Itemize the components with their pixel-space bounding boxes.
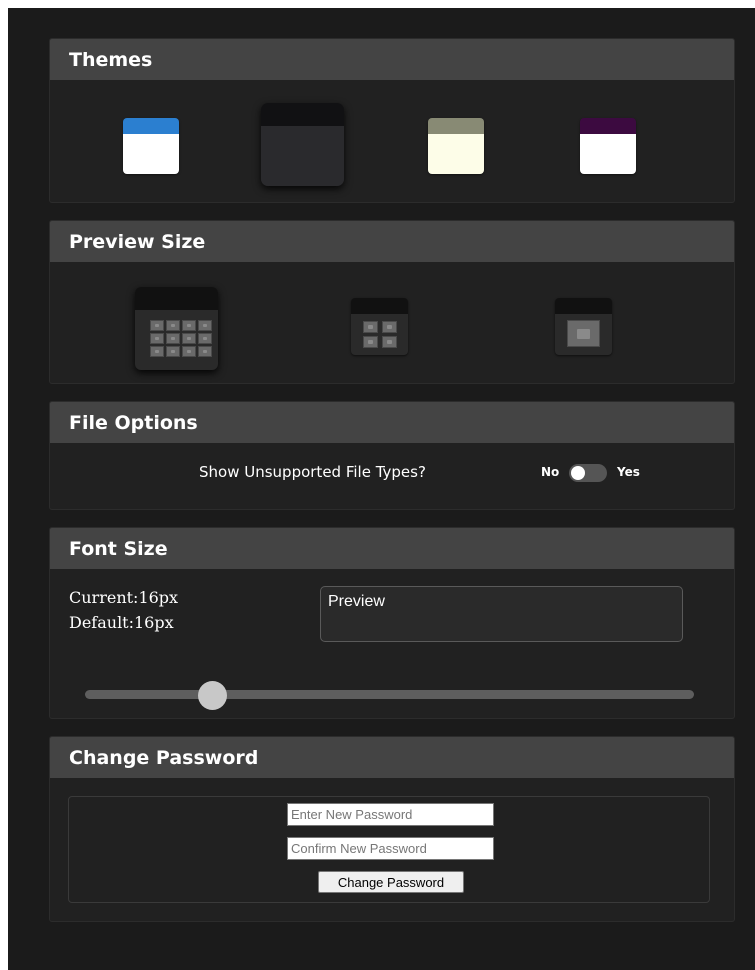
preview-size-option-top [351,298,408,314]
change-password-button[interactable]: Change Password [318,871,464,893]
theme-purple-swatch[interactable] [580,118,636,174]
toggle-yes-label: Yes [617,465,640,479]
new-password-input[interactable] [287,803,494,826]
preview-size-small-option[interactable] [135,287,218,370]
preview-size-panel: Preview Size [49,220,735,384]
themes-panel: Themes [49,38,735,203]
font-size-panel: Font Size Current:16px Default:16px Prev… [49,527,735,719]
current-font-size-label: Current:16px [69,588,179,607]
unsupported-file-types-label: Show Unsupported File Types? [199,463,426,481]
theme-olive-swatch[interactable] [428,118,484,174]
themes-header: Themes [50,39,734,80]
theme-swatch-top [261,103,344,126]
confirm-password-input[interactable] [287,837,494,860]
theme-swatch-body [123,134,179,174]
preview-size-large-option[interactable] [555,298,612,355]
preview-size-medium-option[interactable] [351,298,408,355]
change-password-form: Change Password [68,796,710,903]
theme-blue-swatch[interactable] [123,118,179,174]
toggle-knob [571,466,585,480]
font-size-slider-track[interactable] [85,690,694,699]
unsupported-file-types-toggle[interactable] [569,464,607,482]
theme-swatch-body [428,134,484,174]
font-size-header: Font Size [50,528,734,569]
theme-swatch-body [580,134,636,174]
default-font-size-label: Default:16px [69,613,174,632]
settings-page: Themes Preview Size File Options Show Un… [8,8,755,970]
font-preview-box: Preview [320,586,683,642]
font-size-slider-thumb[interactable] [198,681,228,710]
change-password-header: Change Password [50,737,734,778]
preview-size-option-top [135,287,218,310]
preview-size-option-top [555,298,612,314]
file-options-header: File Options [50,402,734,443]
theme-swatch-top [123,118,179,134]
change-password-panel: Change Password Change Password [49,736,735,922]
preview-size-header: Preview Size [50,221,734,262]
theme-swatch-top [428,118,484,134]
theme-dark-swatch[interactable] [261,103,344,186]
theme-swatch-body [261,126,344,186]
toggle-no-label: No [541,465,560,479]
theme-swatch-top [580,118,636,134]
file-options-panel: File Options Show Unsupported File Types… [49,401,735,510]
